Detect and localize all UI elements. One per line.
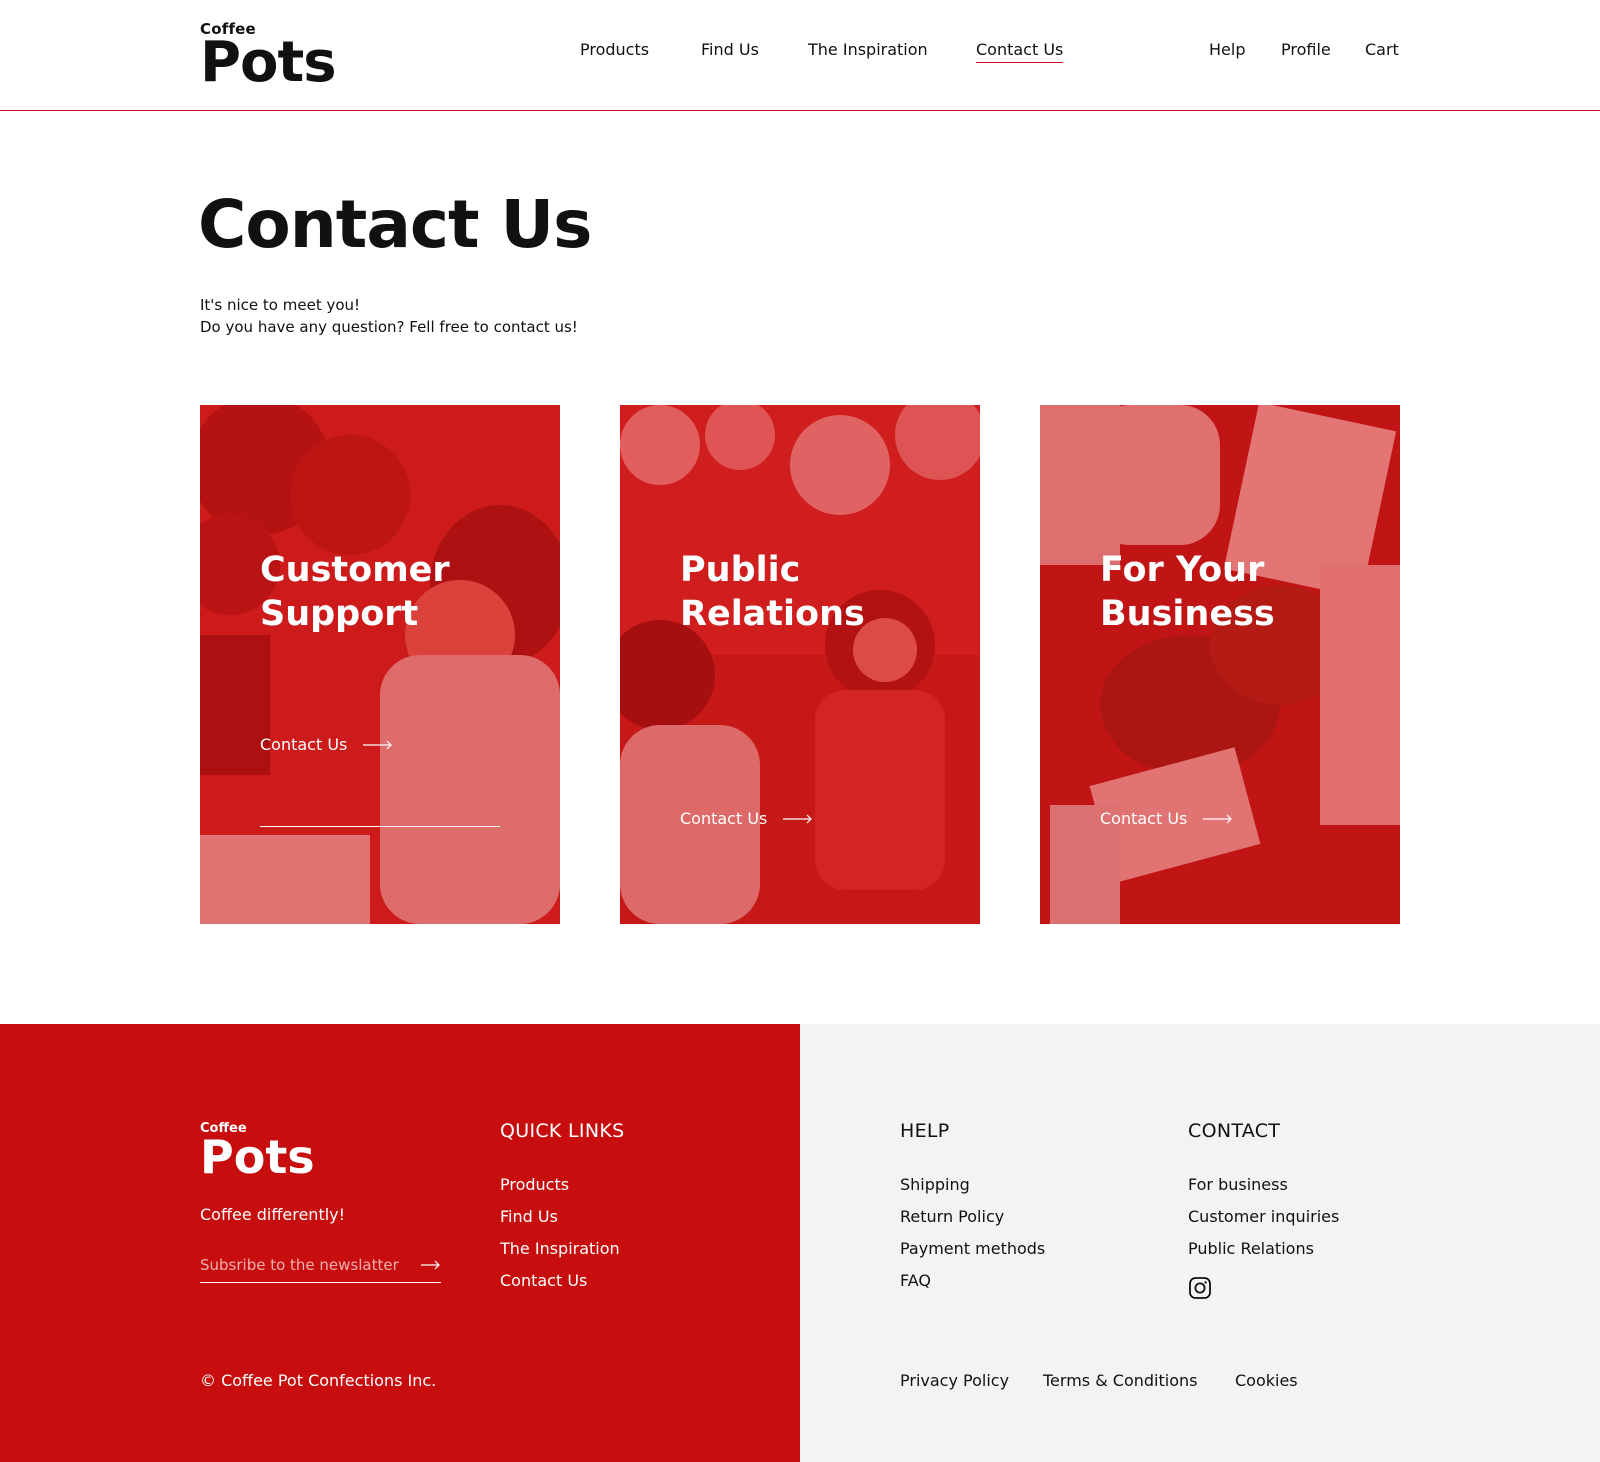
arrow-right-icon: [1203, 814, 1233, 823]
footer-link-payment-methods[interactable]: Payment methods: [900, 1238, 1045, 1270]
footer-link-contact-us[interactable]: Contact Us: [500, 1270, 620, 1302]
page-title: Contact Us: [198, 186, 592, 263]
card-contact-link[interactable]: Contact Us: [1100, 809, 1233, 828]
site-logo[interactable]: Coffee Pots: [200, 22, 337, 95]
arrow-right-icon: [783, 814, 813, 823]
footer-link-for-business[interactable]: For business: [1188, 1174, 1339, 1206]
footer-link-find-us[interactable]: Find Us: [500, 1206, 620, 1238]
newsletter-input[interactable]: Subsribe to the newslatter: [200, 1256, 441, 1283]
logo-big-text: Pots: [200, 30, 337, 95]
footer-link-customer-inquiries[interactable]: Customer inquiries: [1188, 1206, 1339, 1238]
nav-products[interactable]: Products: [580, 40, 649, 59]
help-list: Shipping Return Policy Payment methods F…: [900, 1174, 1045, 1302]
card-for-your-business[interactable]: For Your Business Contact Us: [1040, 405, 1400, 924]
card-public-relations[interactable]: Public Relations Contact Us: [620, 405, 980, 924]
quick-links-title: QUICK LINKS: [500, 1120, 625, 1142]
footer-link-return-policy[interactable]: Return Policy: [900, 1206, 1045, 1238]
footer-links-panel: HELP Shipping Return Policy Payment meth…: [800, 1024, 1600, 1462]
cookies-link[interactable]: Cookies: [1235, 1371, 1298, 1390]
arrow-right-icon[interactable]: [421, 1260, 441, 1270]
nav-help[interactable]: Help: [1209, 40, 1245, 59]
nav-find-us[interactable]: Find Us: [701, 40, 759, 59]
copyright: © Coffee Pot Confections Inc.: [200, 1371, 437, 1390]
nav-the-inspiration[interactable]: The Inspiration: [808, 40, 928, 59]
intro-text: It's nice to meet you! Do you have any q…: [200, 294, 578, 338]
card-underline: [260, 826, 500, 827]
card-contact-link[interactable]: Contact Us: [680, 809, 813, 828]
quick-links-list: Products Find Us The Inspiration Contact…: [500, 1174, 620, 1302]
contact-list: For business Customer inquiries Public R…: [1188, 1174, 1339, 1270]
footer-logo[interactable]: Coffee Pots: [200, 1122, 315, 1180]
newsletter-placeholder: Subsribe to the newslatter: [200, 1256, 399, 1274]
intro-line-2: Do you have any question? Fell free to c…: [200, 318, 578, 336]
card-title: Public Relations: [680, 550, 865, 634]
footer-link-public-relations[interactable]: Public Relations: [1188, 1238, 1339, 1270]
site-header: Coffee Pots Products Find Us The Inspira…: [0, 0, 1600, 111]
help-title: HELP: [900, 1120, 950, 1142]
footer-link-shipping[interactable]: Shipping: [900, 1174, 1045, 1206]
footer-link-faq[interactable]: FAQ: [900, 1270, 1045, 1302]
footer-brand-panel: Coffee Pots Coffee differently! Subsribe…: [0, 1024, 800, 1462]
nav-cart[interactable]: Cart: [1365, 40, 1399, 59]
card-contact-link[interactable]: Contact Us: [260, 735, 393, 754]
footer-link-the-inspiration[interactable]: The Inspiration: [500, 1238, 620, 1270]
intro-line-1: It's nice to meet you!: [200, 296, 361, 314]
footer-logo-big: Pots: [200, 1130, 315, 1184]
footer-tagline: Coffee differently!: [200, 1205, 346, 1224]
privacy-policy-link[interactable]: Privacy Policy: [900, 1371, 1009, 1390]
nav-contact-us[interactable]: Contact Us: [976, 40, 1064, 63]
nav-profile[interactable]: Profile: [1281, 40, 1331, 59]
card-title: Customer Support: [260, 550, 450, 634]
terms-link[interactable]: Terms & Conditions: [1043, 1371, 1197, 1390]
footer-link-products[interactable]: Products: [500, 1174, 620, 1206]
arrow-right-icon: [363, 740, 393, 749]
contact-title: CONTACT: [1188, 1120, 1281, 1142]
instagram-icon[interactable]: [1188, 1276, 1212, 1300]
card-customer-support[interactable]: Customer Support Contact Us: [200, 405, 560, 924]
card-title: For Your Business: [1100, 550, 1275, 634]
